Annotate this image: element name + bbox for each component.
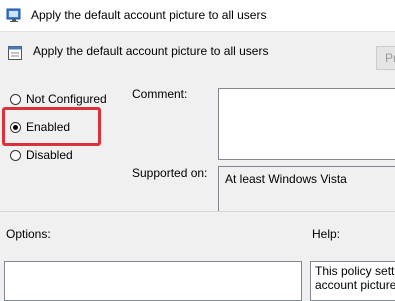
supported-on-label: Supported on: (132, 166, 208, 180)
radio-not-configured-label: Not Configured (26, 92, 107, 106)
section-divider (0, 211, 395, 212)
window-title: Apply the default account picture to all… (31, 8, 267, 22)
help-label: Help: (312, 227, 341, 241)
policy-setting-icon (8, 46, 22, 60)
comment-label: Comment: (132, 87, 188, 101)
enabled-highlight-annotation (2, 107, 101, 146)
policy-editor-icon (6, 8, 21, 22)
comment-textarea[interactable] (218, 88, 395, 160)
radio-circle[interactable] (10, 149, 21, 161)
options-panel (4, 261, 302, 301)
help-panel[interactable]: This policy sett account picture (310, 261, 395, 301)
radio-disabled-label: Disabled (26, 148, 73, 162)
help-text: This policy sett account picture (315, 264, 395, 292)
previous-setting-label: Pr (385, 51, 395, 65)
radio-circle[interactable] (10, 93, 21, 105)
previous-setting-button[interactable]: Pr (376, 46, 395, 70)
supported-on-value: At least Windows Vista (225, 172, 347, 186)
supported-on-field: At least Windows Vista (218, 166, 395, 212)
title-bar: Apply the default account picture to all… (0, 0, 395, 32)
policy-name-header: Apply the default account picture to all… (33, 44, 269, 58)
radio-not-configured[interactable]: Not Configured (10, 91, 107, 107)
options-label: Options: (6, 227, 51, 241)
radio-disabled[interactable]: Disabled (10, 147, 73, 163)
